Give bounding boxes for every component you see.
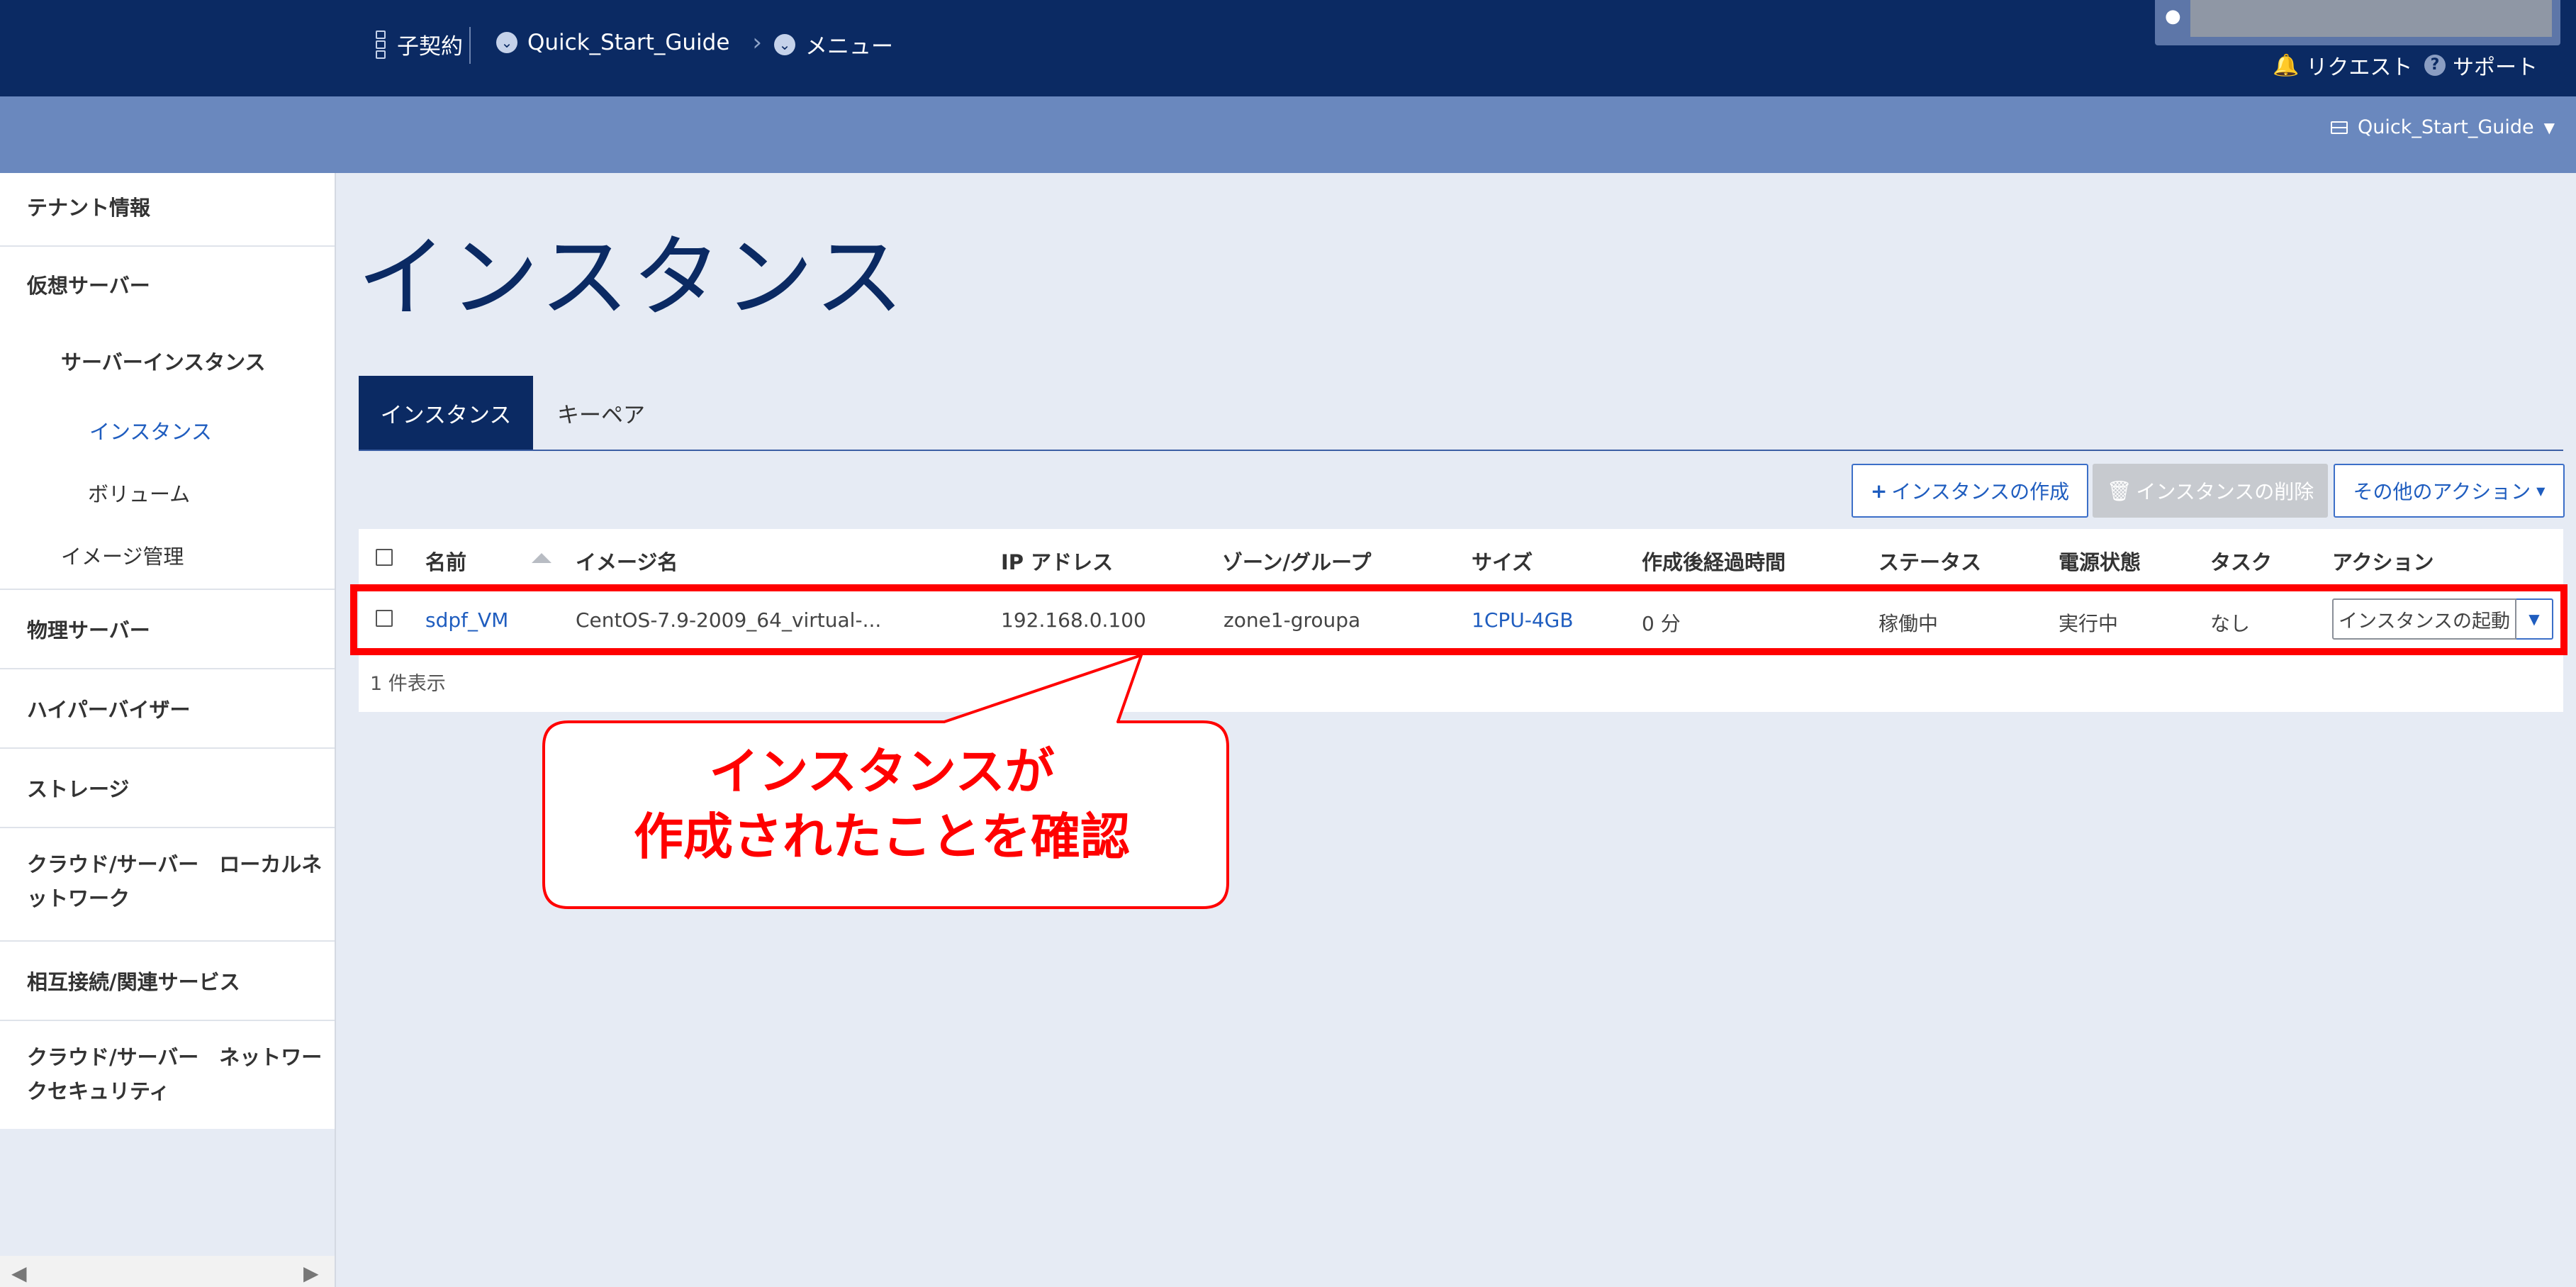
column-header-size[interactable]: サイズ: [1472, 546, 1533, 576]
plus-icon: +: [1870, 479, 1888, 503]
column-header-image[interactable]: イメージ名: [576, 546, 678, 576]
page-title: インスタンス: [357, 225, 907, 330]
trash-icon: 🗑: [2106, 479, 2132, 503]
sidebar-item-label: 相互接続/関連サービス: [27, 970, 240, 994]
column-header-name[interactable]: 名前: [425, 546, 466, 576]
project-breadcrumb[interactable]: ⌄ Quick_Start_Guide ›: [496, 28, 762, 57]
project-label: Quick_Start_Guide: [527, 30, 730, 55]
column-header-ip[interactable]: IP アドレス: [1001, 546, 1113, 576]
more-actions-button[interactable]: その他のアクション ▼: [2334, 464, 2565, 518]
sidebar: テナント情報 仮想サーバー サーバーインスタンス インスタンス ボリューム イメ…: [0, 173, 336, 1287]
user-menu[interactable]: ●: [2155, 0, 2560, 45]
callout-line-1: インスタンスが: [709, 742, 1055, 801]
create-instance-button[interactable]: + インスタンスの作成: [1852, 464, 2088, 518]
contract-label: 子契約: [397, 34, 463, 60]
sidebar-item-local-network[interactable]: クラウド/サーバー ローカルネ ットワーク: [0, 828, 335, 942]
sidebar-item-label: クラウド/サーバー ローカルネ: [27, 852, 323, 876]
sidebar-item-physical-server[interactable]: 物理サーバー: [0, 590, 335, 669]
sidebar-item-label: ストレージ: [27, 777, 130, 801]
caret-down-icon: ▼: [2543, 118, 2555, 136]
sidebar-item-label: 物理サーバー: [27, 618, 150, 642]
sidebar-item-label: クラウド/サーバー ネットワー: [27, 1045, 323, 1069]
select-all-checkbox[interactable]: [376, 549, 393, 566]
support-link[interactable]: ? サポート: [2424, 50, 2538, 81]
callout-line-2: 作成されたことを確認: [634, 808, 1130, 866]
sidebar-item-storage[interactable]: ストレージ: [0, 749, 335, 828]
tree-icon: [374, 29, 387, 60]
sidebar-item-label: ットワーク: [27, 886, 130, 910]
chevron-down-icon: ⌄: [496, 32, 517, 53]
support-label: サポート: [2453, 55, 2538, 80]
sidebar-item-hypervisor[interactable]: ハイパーバイザー: [0, 669, 335, 749]
menu-breadcrumb[interactable]: ⌄ メニュー: [774, 28, 893, 60]
sidebar-sub-volumes[interactable]: ボリューム: [88, 478, 190, 508]
sidebar-sub-image-management[interactable]: イメージ管理: [61, 540, 184, 570]
delete-instance-button[interactable]: 🗑 インスタンスの削除: [2093, 464, 2328, 518]
more-actions-label: その他のアクション: [2353, 480, 2531, 503]
user-name-redacted: [2190, 0, 2552, 37]
breadcrumb-divider: [469, 27, 471, 64]
column-header-status[interactable]: ステータス: [1878, 546, 1981, 576]
sidebar-item-label: クセキュリティ: [27, 1079, 170, 1103]
tab-underline: [359, 450, 2563, 451]
delete-instance-label: インスタンスの削除: [2136, 480, 2314, 503]
tab-keypair[interactable]: キーペア: [533, 376, 669, 450]
sidebar-item-network-security[interactable]: クラウド/サーバー ネットワー クセキュリティ: [0, 1021, 335, 1129]
highlight-box: [350, 584, 2567, 655]
request-link[interactable]: 🔔 リクエスト: [2273, 50, 2412, 81]
project-select-label: Quick_Start_Guide: [2358, 116, 2534, 138]
request-label: リクエスト: [2306, 55, 2413, 80]
caret-down-icon: ▼: [2536, 484, 2546, 498]
sidebar-item-interconnect[interactable]: 相互接続/関連サービス: [0, 942, 335, 1021]
column-header-task[interactable]: タスク: [2210, 546, 2272, 576]
sidebar-sub-server-instance[interactable]: サーバーインスタンス: [61, 346, 266, 376]
table-icon: [2331, 121, 2348, 134]
sort-asc-icon[interactable]: [532, 553, 551, 563]
sidebar-item-label: 仮想サーバー: [27, 274, 150, 298]
contract-breadcrumb[interactable]: 子契約: [374, 28, 463, 60]
scroll-left-icon[interactable]: ◀: [11, 1261, 27, 1285]
sidebar-item-label: ハイパーバイザー: [27, 698, 191, 722]
callout-text: インスタンスが 作成されたことを確認: [546, 739, 1218, 869]
sidebar-sub-instances[interactable]: インスタンス: [89, 416, 212, 445]
column-header-power[interactable]: 電源状態: [2059, 546, 2141, 576]
sidebar-item-tenant[interactable]: テナント情報: [0, 173, 335, 247]
user-icon: ●: [2165, 6, 2181, 27]
column-header-action: アクション: [2332, 550, 2434, 574]
project-select[interactable]: Quick_Start_Guide ▼: [2331, 116, 2555, 138]
project-bar: Quick_Start_Guide ▼: [0, 96, 2576, 173]
bell-icon: 🔔: [2273, 52, 2300, 78]
chevron-down-icon: ⌄: [774, 33, 795, 55]
menu-label: メニュー: [805, 34, 893, 60]
sidebar-item-label: テナント情報: [27, 196, 151, 220]
sidebar-horizontal-scrollbar[interactable]: ◀ ▶: [0, 1256, 335, 1287]
create-instance-label: インスタンスの作成: [1891, 480, 2070, 503]
row-count-label: 1 件表示: [370, 673, 446, 695]
help-icon: ?: [2424, 55, 2446, 76]
tab-instances[interactable]: インスタンス: [359, 376, 533, 450]
scroll-right-icon[interactable]: ▶: [303, 1261, 319, 1285]
column-header-age[interactable]: 作成後経過時間: [1642, 546, 1786, 576]
column-header-zone[interactable]: ゾーン/グループ: [1222, 546, 1371, 576]
chevron-right-icon: ›: [752, 28, 763, 57]
